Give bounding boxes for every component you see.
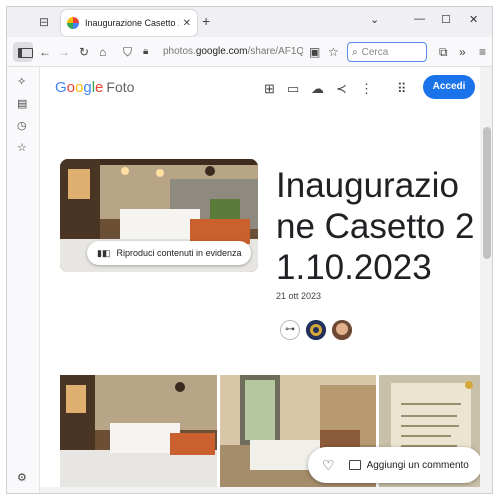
add-photo-icon[interactable]: ⊞ <box>264 81 275 97</box>
logo-product-text: Foto <box>106 79 135 95</box>
url-path: /share/AF1QipNeN <box>247 46 303 57</box>
avatar[interactable] <box>332 320 352 340</box>
play-highlights-icon: ▮◧ <box>97 247 111 258</box>
album-date: 21 ott 2023 <box>276 291 322 301</box>
nav-bar: ← → ↻ ⌂ ⛉ 🔒︎ photos.google.com/share/AF1… <box>7 37 492 67</box>
new-tab-button[interactable]: + <box>202 13 210 29</box>
tab-overflow-chevron-icon[interactable]: ⌄ <box>370 13 379 26</box>
tab-list-icon[interactable]: ⊟ <box>37 15 51 29</box>
sidebar-toggle-icon[interactable] <box>13 42 33 62</box>
logo-letter: G <box>55 79 67 96</box>
tab-bar: ⊟ Inaugurazione Casetto 21.10.20 ✕ + ⌄ —… <box>7 7 492 37</box>
search-input[interactable]: ⌕ Cerca <box>347 42 427 62</box>
more-icon[interactable]: ⋮ <box>360 81 373 97</box>
horizontal-scrollbar[interactable] <box>40 487 480 493</box>
play-highlights-button[interactable]: ▮◧ Riproduci contenuti in evidenza <box>87 241 251 265</box>
google-photos-logo[interactable]: Google Foto <box>55 79 134 96</box>
ai-icon[interactable]: ✧ <box>17 75 26 88</box>
browser-window: ⊟ Inaugurazione Casetto 21.10.20 ✕ + ⌄ —… <box>6 6 493 494</box>
reader-icon[interactable]: ▣ <box>309 44 320 60</box>
maximize-icon[interactable]: ☐ <box>441 13 451 26</box>
photo-thumbnail[interactable] <box>60 375 217 487</box>
heart-icon[interactable]: ♡ <box>322 457 335 474</box>
shield-icon[interactable]: ⛉ <box>123 44 132 60</box>
overflow-icon[interactable]: » <box>459 44 466 60</box>
synced-tabs-icon[interactable]: ▤ <box>17 97 27 110</box>
bookmarks-icon[interactable]: ☆ <box>17 141 27 154</box>
home-icon[interactable]: ⌂ <box>99 44 106 60</box>
comment-bar[interactable]: ♡ Aggiungi un commento <box>308 447 480 483</box>
search-placeholder: Cerca <box>361 46 389 58</box>
link-icon[interactable]: ⊶ <box>280 320 300 340</box>
back-icon[interactable]: ← <box>39 44 51 60</box>
close-window-icon[interactable]: ✕ <box>469 13 478 26</box>
slideshow-icon[interactable]: ▭ <box>287 81 299 97</box>
lock-icon[interactable]: 🔒︎ <box>143 44 148 60</box>
forward-icon[interactable]: → <box>58 44 70 60</box>
play-highlights-label: Riproduci contenuti in evidenza <box>116 248 242 258</box>
comment-icon <box>348 460 361 470</box>
logo-letter: o <box>66 79 76 96</box>
vertical-scrollbar[interactable] <box>480 67 492 493</box>
upload-icon[interactable]: ☁ <box>311 81 324 97</box>
logo-letter: e <box>95 79 104 96</box>
minimize-icon[interactable]: — <box>414 13 425 25</box>
add-comment-label: Aggiungi un commento <box>366 459 469 471</box>
login-button[interactable]: Accedi <box>423 75 475 99</box>
history-icon[interactable]: ◷ <box>17 119 27 132</box>
apps-grid-icon[interactable]: ⠿ <box>397 81 407 97</box>
reload-icon[interactable]: ↻ <box>79 44 89 60</box>
active-tab[interactable]: Inaugurazione Casetto 21.10.20 ✕ <box>61 10 197 36</box>
tab-title: Inaugurazione Casetto 21.10.20 <box>85 18 179 28</box>
avatar[interactable] <box>306 320 326 340</box>
browser-sidebar: ✧ ▤ ◷ ☆ ⚙ <box>7 67 40 493</box>
scrollbar-thumb[interactable] <box>483 127 491 259</box>
logo-google-text: Google <box>55 79 103 96</box>
extensions-icon[interactable]: ⧉ <box>439 44 448 60</box>
url-field[interactable]: photos.google.com/share/AF1QipNeN <box>163 46 303 57</box>
url-prefix: photos. <box>163 46 196 57</box>
settings-icon[interactable]: ⚙ <box>17 471 27 484</box>
album-title: Inaugurazione Casetto 21.10.2023 <box>276 166 475 287</box>
photos-page: Google Foto ⊞ ▭ ☁ ≺ ⋮ ⠿ Accedi ▮◧ Riprod… <box>40 67 480 487</box>
url-domain: google.com <box>195 46 248 57</box>
menu-icon[interactable]: ≡ <box>479 44 486 60</box>
share-icon[interactable]: ≺ <box>336 81 347 97</box>
tab-close-icon[interactable]: ✕ <box>183 18 191 29</box>
search-icon: ⌕ <box>352 46 358 58</box>
logo-letter: g <box>83 79 92 96</box>
google-photos-favicon <box>67 17 79 29</box>
bookmark-star-icon[interactable]: ☆ <box>328 44 339 60</box>
